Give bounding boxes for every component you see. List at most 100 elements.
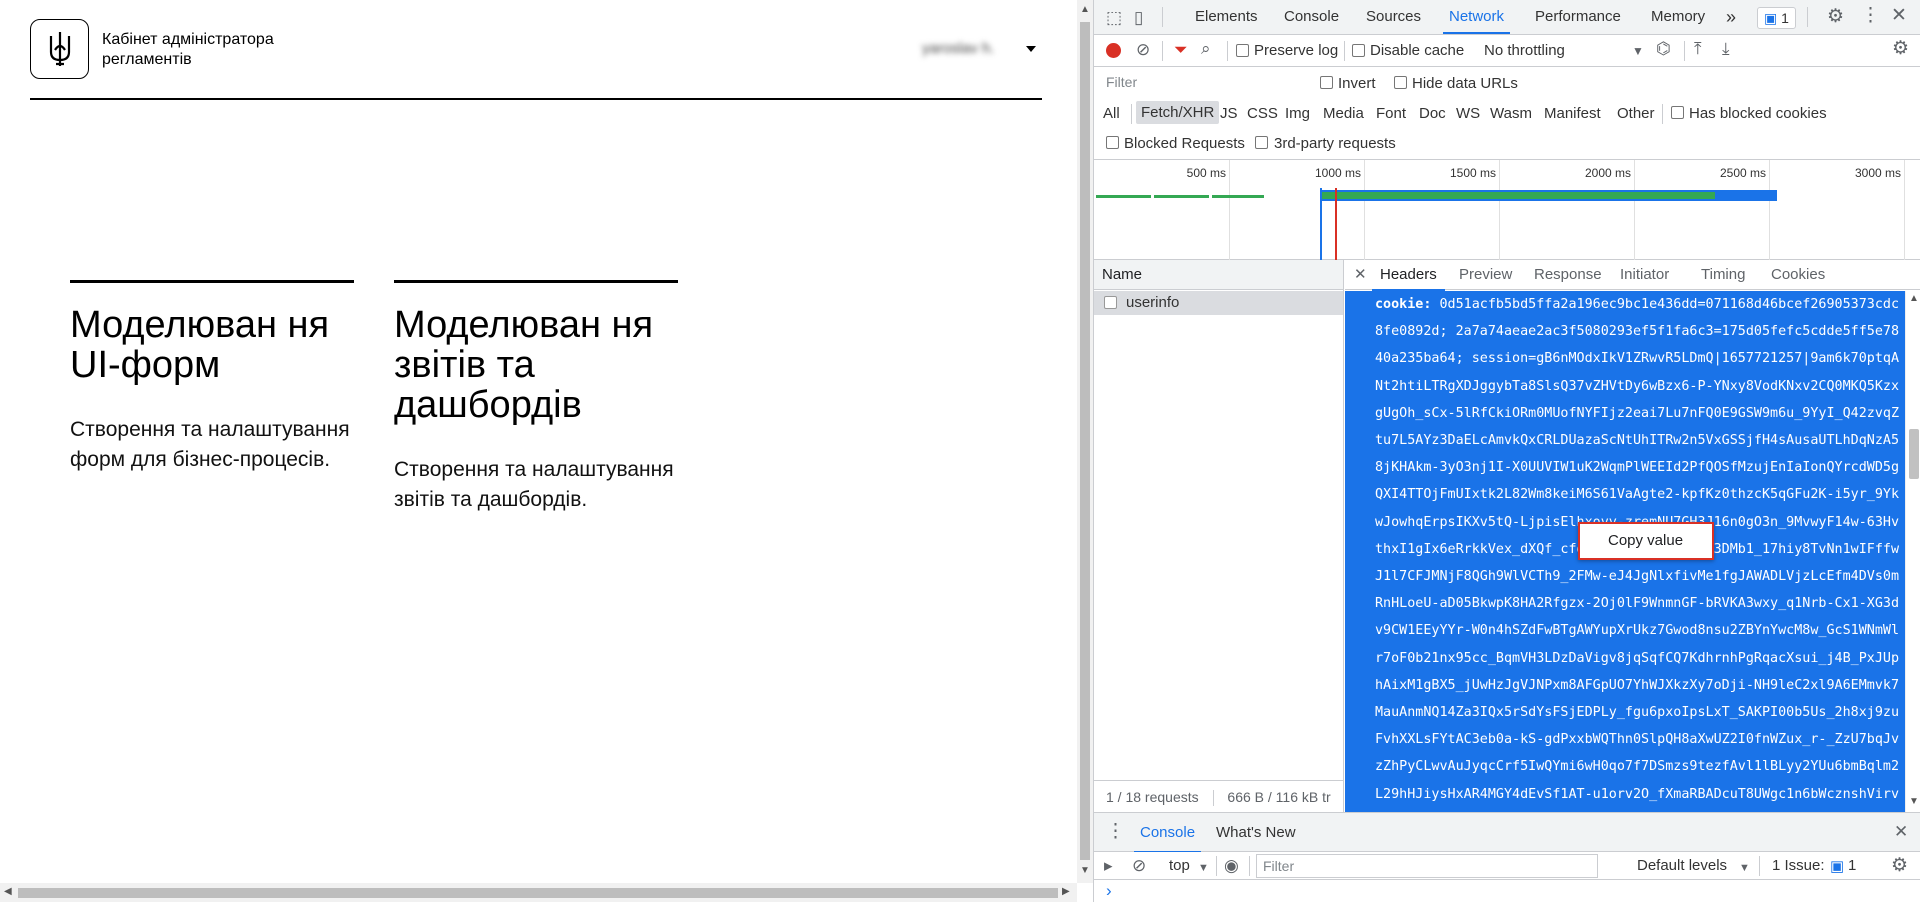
- console-filter-input[interactable]: Filter: [1256, 854, 1598, 878]
- detail-scrollbar[interactable]: ▲ ▼: [1905, 291, 1920, 812]
- type-filter-media[interactable]: Media: [1323, 105, 1364, 122]
- timeline-bar: [1096, 195, 1264, 198]
- clear-console-icon[interactable]: ⊘: [1132, 856, 1146, 876]
- issues-badge[interactable]: ▣ 1: [1757, 7, 1796, 29]
- tab-timing[interactable]: Timing: [1701, 260, 1745, 290]
- tab-elements[interactable]: Elements: [1195, 0, 1258, 34]
- tab-sources[interactable]: Sources: [1366, 0, 1421, 34]
- scroll-left-icon[interactable]: ◀: [4, 886, 12, 897]
- type-filter-js[interactable]: JS: [1220, 105, 1238, 122]
- scroll-right-icon[interactable]: ▶: [1062, 886, 1070, 897]
- type-filter-other[interactable]: Other: [1617, 105, 1655, 122]
- separator: [1131, 104, 1132, 124]
- blocked-requests-checkbox[interactable]: [1106, 136, 1119, 149]
- type-filter-img[interactable]: Img: [1285, 105, 1310, 122]
- type-filter-fetch-xhr[interactable]: Fetch/XHR: [1136, 101, 1220, 124]
- import-har-icon[interactable]: ⤒: [1694, 39, 1702, 59]
- hide-data-urls-label: Hide data URLs: [1412, 75, 1518, 92]
- drawer-tab-console[interactable]: Console: [1133, 813, 1202, 853]
- chevron-down-icon[interactable]: [1026, 46, 1036, 52]
- has-blocked-cookies-checkbox[interactable]: [1671, 106, 1684, 119]
- scroll-thumb[interactable]: [1080, 22, 1090, 860]
- tab-memory[interactable]: Memory: [1651, 0, 1705, 34]
- export-har-icon[interactable]: ⤓: [1722, 39, 1730, 59]
- page-horizontal-scrollbar[interactable]: ◀ ▶: [0, 883, 1077, 902]
- tab-response[interactable]: Response: [1534, 260, 1602, 290]
- separator: [1684, 41, 1685, 61]
- user-name[interactable]: yaroslav h.: [922, 40, 995, 57]
- tab-cookies[interactable]: Cookies: [1771, 260, 1825, 290]
- tab-preview[interactable]: Preview: [1459, 260, 1512, 290]
- close-icon[interactable]: ✕: [1891, 6, 1907, 26]
- console-settings-gear-icon[interactable]: ⚙: [1891, 856, 1908, 876]
- console-prompt[interactable]: ›: [1106, 881, 1112, 901]
- logo[interactable]: [30, 19, 89, 79]
- record-icon[interactable]: [1106, 43, 1121, 58]
- network-conditions-icon[interactable]: ⌬: [1656, 39, 1671, 59]
- third-party-checkbox[interactable]: [1255, 136, 1268, 149]
- drawer-tab-whats-new[interactable]: What's New: [1216, 813, 1296, 853]
- request-row[interactable]: userinfo: [1094, 291, 1343, 315]
- type-filter-css[interactable]: CSS: [1247, 105, 1278, 122]
- card-title-reports[interactable]: Моделюван ня звітів та дашбордів: [394, 305, 664, 425]
- tab-performance[interactable]: Performance: [1535, 0, 1621, 34]
- dropdown-arrow-icon[interactable]: ▼: [1632, 41, 1644, 61]
- type-filter-all[interactable]: All: [1103, 105, 1120, 122]
- scroll-up-icon[interactable]: ▲: [1080, 4, 1090, 15]
- close-detail-icon[interactable]: ✕: [1354, 265, 1367, 285]
- type-filter-doc[interactable]: Doc: [1419, 105, 1446, 122]
- transfer-size: 666 B / 116 kB tr: [1227, 789, 1331, 805]
- more-options-icon[interactable]: ⋮: [1861, 6, 1880, 26]
- card-title-ui-forms[interactable]: Моделюван ня UI-форм: [70, 305, 340, 385]
- gear-icon[interactable]: ⚙: [1827, 7, 1844, 27]
- eye-icon[interactable]: ◉: [1224, 856, 1239, 876]
- scroll-down-icon[interactable]: ▼: [1909, 796, 1919, 807]
- type-filter-ws[interactable]: WS: [1456, 105, 1480, 122]
- card-divider: [394, 280, 678, 283]
- search-icon[interactable]: ⌕: [1201, 39, 1211, 59]
- preserve-log-checkbox[interactable]: [1236, 44, 1249, 57]
- dropdown-arrow-icon[interactable]: ▼: [1739, 858, 1750, 878]
- type-filter-font[interactable]: Font: [1376, 105, 1406, 122]
- scroll-down-icon[interactable]: ▼: [1080, 865, 1090, 876]
- header-divider: [30, 98, 1042, 100]
- dropdown-arrow-icon[interactable]: ▼: [1198, 858, 1209, 878]
- name-column-header[interactable]: Name: [1094, 260, 1343, 290]
- header-name: cookie:: [1375, 297, 1432, 312]
- scroll-thumb[interactable]: [18, 888, 1058, 898]
- sidebar-toggle-icon[interactable]: ▸: [1104, 856, 1113, 876]
- log-levels-select[interactable]: Default levels: [1637, 857, 1727, 874]
- tab-network[interactable]: Network: [1442, 0, 1511, 34]
- type-filter-wasm[interactable]: Wasm: [1490, 105, 1532, 122]
- tab-initiator[interactable]: Initiator: [1620, 260, 1669, 290]
- disable-cache-label: Disable cache: [1370, 42, 1465, 59]
- page-vertical-scrollbar[interactable]: ▲ ▼: [1077, 0, 1093, 883]
- document-icon: [1104, 296, 1117, 309]
- type-filter-manifest[interactable]: Manifest: [1544, 105, 1601, 122]
- inspect-icon[interactable]: ⬚: [1106, 8, 1122, 28]
- preserve-log-label: Preserve log: [1254, 42, 1339, 59]
- separator: [1212, 790, 1214, 807]
- network-overview-timeline[interactable]: 500 ms 1000 ms 1500 ms 2000 ms 2500 ms 3…: [1094, 160, 1920, 260]
- throttling-select[interactable]: No throttling: [1484, 42, 1565, 59]
- tab-headers[interactable]: Headers: [1372, 260, 1445, 291]
- context-menu-copy-value[interactable]: Copy value: [1578, 522, 1714, 560]
- tab-console[interactable]: Console: [1284, 0, 1339, 34]
- filter-icon[interactable]: ⏷: [1174, 40, 1188, 60]
- disable-cache-checkbox[interactable]: [1352, 44, 1365, 57]
- device-toolbar-icon[interactable]: ▯: [1134, 8, 1143, 28]
- issues-label[interactable]: 1 Issue:: [1772, 857, 1825, 874]
- scroll-thumb[interactable]: [1909, 429, 1919, 479]
- context-select[interactable]: top: [1169, 857, 1190, 874]
- more-tabs-button[interactable]: »: [1726, 0, 1736, 34]
- request-name[interactable]: userinfo: [1126, 294, 1179, 311]
- drawer-tabbar: ⋮ Console What's New ✕: [1094, 812, 1920, 853]
- hide-data-urls-checkbox[interactable]: [1394, 76, 1407, 89]
- invert-checkbox[interactable]: [1320, 76, 1333, 89]
- scroll-up-icon[interactable]: ▲: [1909, 293, 1919, 304]
- clear-icon[interactable]: ⊘: [1136, 40, 1150, 60]
- network-filter-input[interactable]: Filter: [1100, 71, 1268, 95]
- drawer-menu-icon[interactable]: ⋮: [1106, 822, 1125, 842]
- network-settings-gear-icon[interactable]: ⚙: [1892, 39, 1909, 59]
- close-drawer-icon[interactable]: ✕: [1894, 822, 1908, 842]
